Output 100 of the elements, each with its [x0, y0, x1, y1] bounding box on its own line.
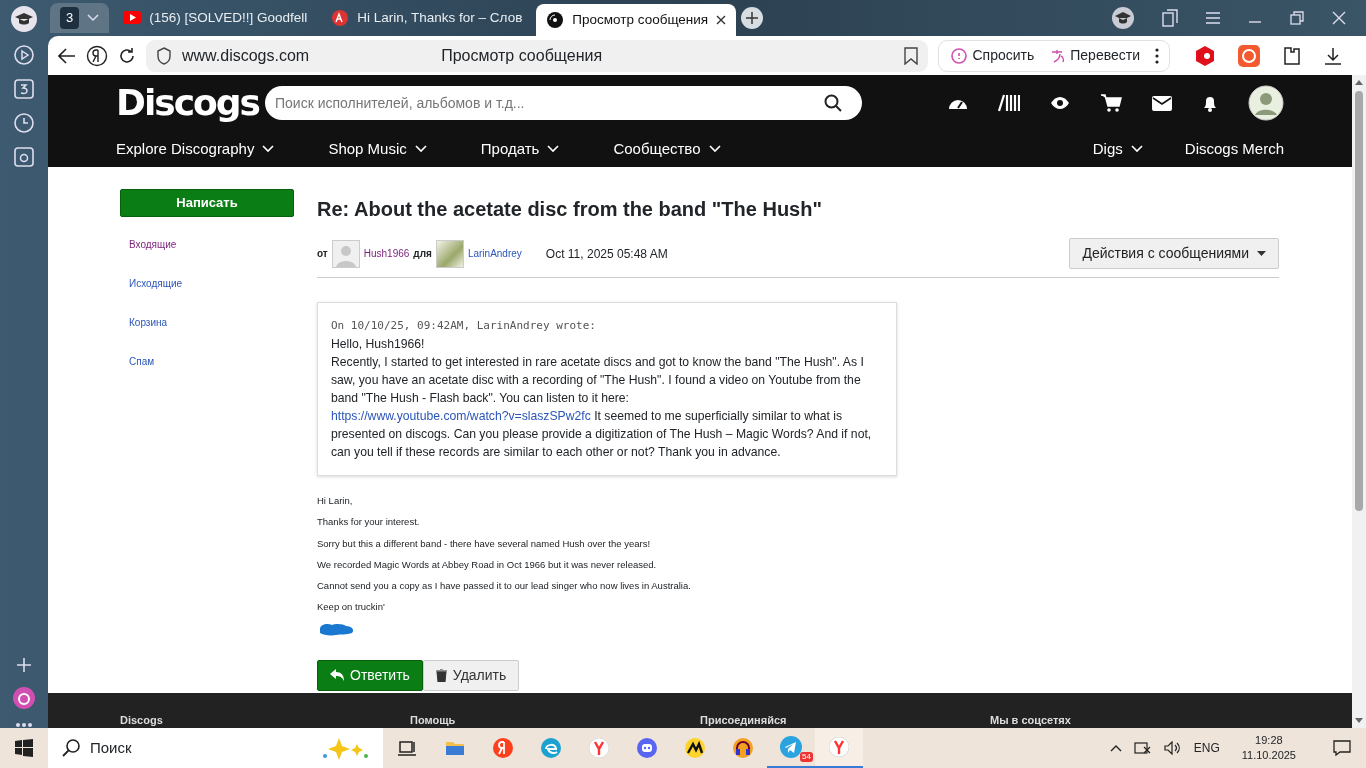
record-icon [546, 11, 565, 29]
site-logo[interactable]: Discogs [116, 85, 265, 121]
nav-link[interactable]: Discogs Merch [1184, 137, 1284, 161]
bookmark-icon[interactable] [904, 46, 919, 65]
avatar-icon[interactable] [1248, 85, 1284, 121]
cart-icon[interactable] [1100, 94, 1122, 112]
delete-button[interactable]: Удалить [422, 659, 520, 691]
reload-icon[interactable] [118, 46, 136, 65]
footer-heading: Discogs [120, 712, 164, 728]
close-icon[interactable] [716, 15, 727, 25]
tab-count-icon[interactable] [13, 78, 35, 100]
edge-icon [541, 738, 561, 758]
reply-text-line: Sorry but this a different band - there have several named Hush over the years! [317, 536, 652, 551]
browser-tab[interactable]: Hi Larin, Thanks for – Слов [321, 3, 533, 33]
new-tab-icon[interactable] [740, 6, 765, 30]
taskbar-clock[interactable]: 19:28 11.10.2025 [1231, 733, 1306, 763]
language-indicator[interactable]: ENG [1193, 739, 1220, 757]
trash-icon [435, 668, 447, 682]
nav-menu[interactable]: Сообщество [613, 137, 721, 161]
username-link[interactable]: Hush1966 [363, 246, 410, 261]
chat-icon [1333, 740, 1351, 756]
message-subject: Re: About the acetate disc from the band "The Hush" [317, 197, 823, 222]
yandex-icon [589, 738, 609, 758]
plus-icon[interactable] [15, 656, 33, 674]
chevron-down-icon [262, 145, 275, 153]
bell-icon[interactable] [1202, 94, 1218, 112]
folder-link[interactable]: Исходящие [120, 276, 294, 291]
scroll-up-icon[interactable] [1355, 79, 1363, 85]
more-icon[interactable] [15, 722, 33, 728]
folder-link[interactable]: Входящие [120, 237, 294, 252]
reply-arrow-icon [330, 669, 344, 681]
folder-link[interactable]: Спам [120, 354, 294, 369]
chevron-down-icon [547, 145, 560, 153]
assistant-icon[interactable] [12, 686, 36, 710]
browser-tab[interactable]: (156) [SOLVED!!] Goodfell [113, 3, 318, 33]
bookmarks-icon[interactable] [1162, 9, 1178, 27]
shield-icon [156, 46, 172, 65]
browser-tab[interactable]: Просмотр сообщения [536, 4, 737, 36]
collection-icon[interactable] [998, 94, 1020, 112]
video-play-icon [123, 9, 142, 27]
download-icon[interactable] [1324, 46, 1342, 65]
nav-menu[interactable]: Explore Discography [116, 137, 275, 161]
reply-text-line: Keep on truckin' [317, 600, 386, 615]
headphones-icon [733, 738, 753, 758]
translate-button[interactable]: Перевести [1049, 44, 1141, 67]
quote-paragraph: Recently, I started to get interested in rare acetate discs and got to know the band "The Hush". As I saw, you have an acetate disc with a recording of "The Hush". I found a video on Youtube from the band "The Hush - Flash back". You can listen to it here: https://www.youtube.com/watch?v=slaszSPw2fc It seemed to me superficially similar to what is presented on discogs. Can you please provide a digitization of The Hush – Magic Words? And if not, can you tell if these records are similar to each other or not? Thank you in advance. [331, 354, 873, 461]
scrollbar[interactable] [1352, 75, 1366, 728]
message-date: Oct 11, 2025 05:48 AM [545, 245, 668, 263]
restore-icon[interactable] [1290, 11, 1304, 25]
yandex-icon [829, 737, 849, 757]
reply-text-line: Cannot send you a copy as I have passed it to our lead singer who now lives in Australia. [317, 579, 692, 593]
nav-menu[interactable]: Shop Music [328, 137, 427, 161]
notification-badge: 54 [800, 752, 813, 762]
graduation-cap-icon[interactable] [11, 6, 37, 32]
search-icon[interactable] [824, 94, 842, 112]
chevron-up-icon[interactable] [1109, 744, 1122, 752]
chevron-down-icon [414, 145, 427, 153]
footer-heading: Присоединяйся [700, 712, 788, 728]
greeting-text: Hello, Hush1966! [331, 336, 426, 353]
extension-icon[interactable] [1194, 44, 1216, 67]
camera-icon[interactable] [13, 146, 35, 168]
footer-heading: Мы в соцсетях [990, 712, 1072, 728]
footer-heading: Помощь [410, 712, 457, 728]
username-link[interactable]: LarinAndrey [467, 246, 522, 261]
graduation-cap-icon[interactable] [1112, 7, 1134, 29]
address-bar[interactable]: www.discogs.com Просмотр сообщения [146, 39, 929, 72]
search-field[interactable]: Поиск исполнителей, альбомов и т.д... [265, 86, 862, 120]
windows-icon [15, 739, 33, 757]
nav-menu[interactable]: Digs [1092, 137, 1143, 161]
nav-menu[interactable]: Продать [480, 137, 560, 161]
clock-icon[interactable] [13, 112, 35, 134]
folder-link[interactable]: Корзина [120, 315, 294, 330]
reply-text-line: Hi Larin, [317, 494, 354, 508]
user-picture [435, 239, 464, 268]
network-icon[interactable] [1133, 741, 1152, 755]
message-actions-dropdown[interactable]: Действия с сообщениями [1069, 238, 1279, 269]
menu-icon[interactable] [1206, 12, 1220, 24]
caret-icon [1257, 251, 1266, 256]
reply-text-line: Thanks for your interest. [317, 515, 421, 530]
ask-button[interactable]: Спросить [949, 44, 1036, 67]
telegram-icon [780, 736, 802, 758]
back-icon[interactable] [58, 47, 76, 64]
play-icon[interactable] [13, 44, 35, 66]
eye-icon[interactable] [1050, 96, 1070, 110]
from-label: от [317, 247, 328, 261]
yandex-icon[interactable] [86, 44, 108, 67]
reply-button[interactable]: Ответить [317, 659, 423, 691]
tab-group-button[interactable]: 3 [50, 3, 110, 33]
speaker-icon[interactable] [1163, 741, 1182, 755]
video-link[interactable]: https://www.youtube.com/watch?v=slaszSPw2fc [331, 409, 591, 423]
translate-icon [331, 9, 350, 27]
mail-icon[interactable] [1152, 95, 1172, 111]
compose-button[interactable]: Написать [120, 189, 294, 217]
chevron-down-icon [87, 14, 100, 22]
taskbar-search-field[interactable]: Поиск [48, 728, 383, 768]
record-button-icon[interactable] [1238, 44, 1260, 67]
yandex-market-icon [685, 738, 705, 758]
scroll-down-icon[interactable] [1355, 718, 1363, 724]
translate-icon [1050, 47, 1067, 64]
kebab-icon[interactable] [1155, 47, 1159, 64]
